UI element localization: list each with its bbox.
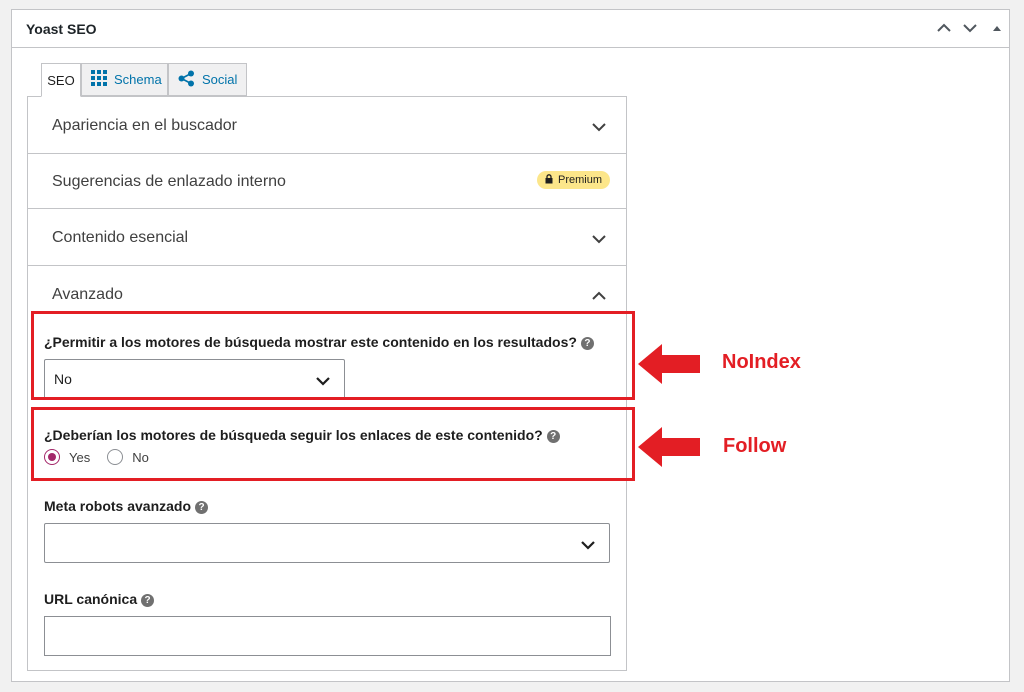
tab-schema[interactable]: Schema xyxy=(81,63,168,96)
chevron-down-icon xyxy=(581,537,595,553)
meta-robots-label: Meta robots avanzado? xyxy=(44,498,209,514)
follow-annotation: Follow xyxy=(723,435,787,457)
noindex-highlight-box xyxy=(31,311,635,400)
metabox-header: Yoast SEO xyxy=(12,10,1009,48)
accordion-label: Apariencia en el buscador xyxy=(52,117,238,134)
share-icon xyxy=(178,70,195,90)
canonical-text: URL canónica xyxy=(44,591,138,607)
chevron-down-icon[interactable] xyxy=(961,19,979,37)
lock-icon xyxy=(545,173,553,187)
accordion-sugerencias[interactable]: Sugerencias de enlazado interno Premium xyxy=(28,154,626,209)
metabox-title: Yoast SEO xyxy=(26,21,97,37)
help-icon[interactable]: ? xyxy=(195,501,209,514)
tab-seo[interactable]: SEO xyxy=(41,63,81,97)
accordion-avanzado[interactable]: Avanzado xyxy=(28,266,626,316)
follow-arrow-icon xyxy=(638,427,700,467)
help-icon[interactable]: ? xyxy=(141,594,155,607)
premium-label: Premium xyxy=(557,174,602,186)
tab-social[interactable]: Social xyxy=(168,63,247,96)
chevron-up-icon xyxy=(592,288,606,306)
accordion-label: Sugerencias de enlazado interno xyxy=(52,173,286,190)
canonical-url-input[interactable] xyxy=(44,616,611,656)
accordion-apariencia[interactable]: Apariencia en el buscador xyxy=(28,97,626,154)
tab-label: Schema xyxy=(114,72,162,87)
meta-robots-select[interactable] xyxy=(44,523,610,563)
accordion-label: Avanzado xyxy=(52,286,123,303)
accordion-label: Contenido esencial xyxy=(52,229,189,246)
grid-icon xyxy=(91,70,107,89)
caret-up-icon[interactable] xyxy=(988,19,1006,37)
noindex-annotation: NoIndex xyxy=(722,351,801,373)
tab-label: Social xyxy=(202,72,238,87)
premium-badge: Premium xyxy=(536,171,610,189)
canonical-label: URL canónica? xyxy=(44,591,155,607)
accordion-contenido[interactable]: Contenido esencial xyxy=(28,209,626,266)
chevron-down-icon xyxy=(592,231,606,249)
chevron-down-icon xyxy=(592,119,606,137)
noindex-arrow-icon xyxy=(638,344,700,384)
chevron-up-icon[interactable] xyxy=(935,19,953,37)
follow-highlight-box xyxy=(31,407,635,481)
tab-label: SEO xyxy=(47,72,75,88)
meta-robots-text: Meta robots avanzado xyxy=(44,498,192,514)
